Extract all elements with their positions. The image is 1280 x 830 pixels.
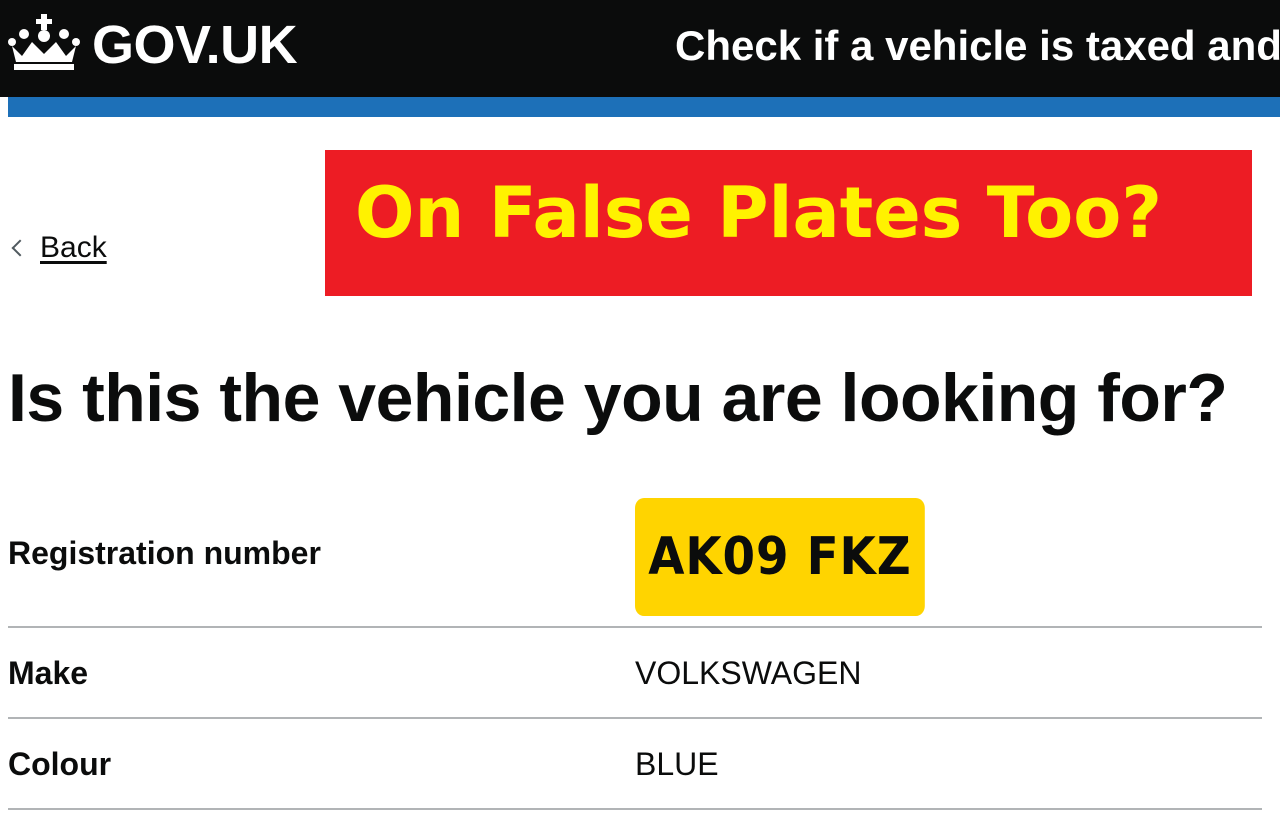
govuk-logo-link[interactable]: GOV.UK <box>92 14 298 76</box>
make-key: Make <box>8 654 89 691</box>
back-link[interactable]: Back <box>10 230 107 266</box>
registration-value: AK09 FKZ <box>635 490 957 616</box>
service-name-link[interactable]: Check if a vehicle is taxed and has an M… <box>675 20 1280 72</box>
colour-value: BLUE <box>635 745 719 782</box>
crown-icon <box>8 14 80 70</box>
make-value: VOLKSWAGEN <box>635 654 862 691</box>
site-header: GOV.UK Check if a vehicle is taxed and h… <box>0 0 1280 97</box>
banner-text: On False Plates Too? <box>355 172 1162 254</box>
header-accent-bar <box>8 97 1280 117</box>
summary-row-registration: Registration number AK09 FKZ <box>8 480 1262 628</box>
chevron-left-icon <box>11 239 29 257</box>
registration-key: Registration number <box>8 535 321 571</box>
overlay-banner: On False Plates Too? <box>325 150 1252 296</box>
colour-key: Colour <box>8 745 112 782</box>
vehicle-summary-list: Registration number AK09 FKZ Make VOLKSW… <box>8 480 1262 810</box>
page-title: Is this the vehicle you are looking for? <box>8 360 1228 436</box>
summary-row-make: Make VOLKSWAGEN <box>8 628 1262 719</box>
summary-row-colour: Colour BLUE <box>8 719 1262 810</box>
back-link-label: Back <box>40 231 107 264</box>
number-plate: AK09 FKZ <box>635 498 925 616</box>
